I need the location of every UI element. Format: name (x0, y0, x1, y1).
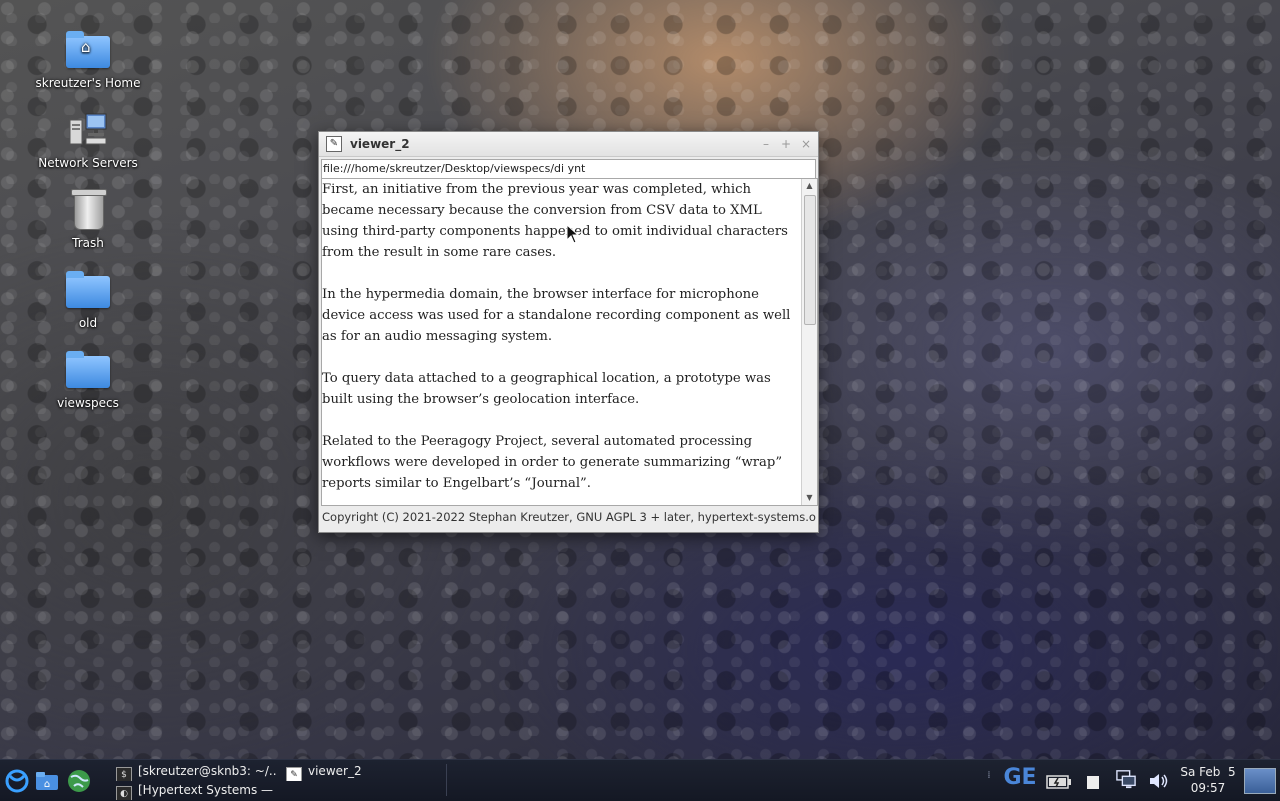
taskbar-separator (446, 764, 447, 796)
scroll-up-arrow-icon[interactable]: ▲ (802, 179, 817, 193)
paragraph: Related to the Peeragogy Project, severa… (322, 434, 783, 491)
app-icon[interactable]: ✎ (326, 136, 342, 152)
taskbar: ⌂ $ [skreutzer@sknb3: ~/... ◐ [Hypertext S… (0, 759, 1280, 801)
desktop-icon-label: Network Servers (38, 156, 138, 170)
viewer-window[interactable]: ✎ viewer_2 – + × file:///home/skreutzer/… (318, 131, 819, 533)
network-icon[interactable] (1114, 769, 1138, 789)
file-manager-icon[interactable]: ⌂ (34, 768, 60, 794)
viewer-app-icon: ✎ (286, 767, 302, 781)
web-browser-icon[interactable] (66, 768, 92, 794)
battery-icon[interactable] (1046, 772, 1072, 792)
desktop-icon-label: viewspecs (57, 396, 119, 410)
desktop-icon-viewspecs[interactable]: viewspecs (33, 348, 143, 410)
paragraph: To query data attached to a geographical… (322, 371, 771, 407)
clock[interactable]: Sa Feb 5 09:57 (1176, 764, 1240, 796)
window-titlebar[interactable]: ✎ viewer_2 – + × (319, 132, 818, 157)
window-title: viewer_2 (350, 137, 410, 151)
vertical-scrollbar[interactable]: ▲ ▼ (801, 179, 817, 505)
folder-icon (64, 348, 112, 392)
browser-icon: ◐ (116, 786, 132, 800)
terminal-icon: $ (116, 767, 132, 781)
show-desktop-icon[interactable] (1244, 768, 1276, 794)
clock-date: Sa Feb 5 (1180, 765, 1236, 779)
task-label: [Hypertext Systems — ... (138, 783, 276, 797)
close-button[interactable]: × (796, 137, 816, 151)
desktop-icon-label: Trash (72, 236, 104, 250)
desktop-icon-trash[interactable]: Trash (33, 188, 143, 250)
task-viewer-2[interactable]: ✎ viewer_2 (286, 761, 446, 781)
svg-text:⌂: ⌂ (44, 779, 50, 790)
folder-icon (64, 268, 112, 312)
desktop-icon-label: old (78, 316, 98, 330)
keyboard-layout-indicator[interactable]: GE (1000, 765, 1040, 790)
start-menu-icon[interactable] (4, 768, 30, 794)
task-terminal[interactable]: $ [skreutzer@sknb3: ~/... (116, 761, 276, 781)
status-bar: Copyright (C) 2021-2022 Stephan Kreutzer… (322, 510, 817, 524)
clipboard-icon[interactable] (1086, 772, 1100, 792)
clock-time: 09:57 (1190, 781, 1226, 795)
desktop-icon-label: skreutzer's Home (35, 76, 141, 90)
home-folder-icon: ⌂ (64, 28, 112, 72)
paragraph: First, an initiative from the previous y… (322, 182, 788, 260)
volume-icon[interactable] (1148, 771, 1170, 791)
trash-icon (64, 188, 112, 232)
desktop-icon-home[interactable]: ⌂ skreutzer's Home (33, 28, 143, 90)
scrollbar-thumb[interactable] (804, 195, 816, 325)
maximize-button[interactable]: + (776, 137, 796, 151)
mouse-cursor-icon (566, 224, 580, 244)
url-input[interactable]: file:///home/skreutzer/Desktop/viewspecs… (321, 159, 816, 179)
task-hypertext-systems[interactable]: ◐ [Hypertext Systems — ... (116, 780, 276, 800)
task-label: viewer_2 (308, 764, 362, 778)
task-label: [skreutzer@sknb3: ~/... (138, 764, 276, 778)
network-servers-icon (64, 108, 112, 152)
desktop-icon-old[interactable]: old (33, 268, 143, 330)
tray-handle-icon: ⁞ (987, 770, 991, 781)
minimize-button[interactable]: – (756, 137, 776, 151)
scroll-down-arrow-icon[interactable]: ▼ (802, 491, 817, 505)
document-text: First, an initiative from the previous y… (322, 179, 800, 505)
desktop-icon-network-servers[interactable]: Network Servers (33, 108, 143, 170)
paragraph: In the hypermedia domain, the browser in… (322, 287, 791, 344)
